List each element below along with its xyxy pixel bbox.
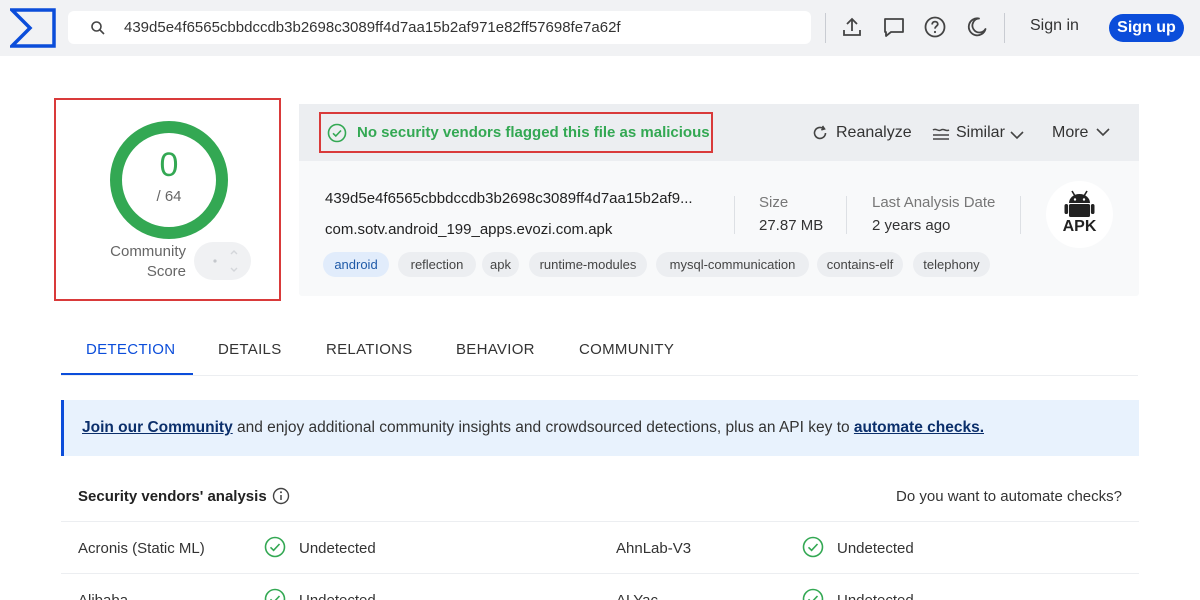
reanalyze-button[interactable]: Reanalyze — [836, 124, 912, 142]
tab-bar: DETECTION DETAILS RELATIONS BEHAVIOR COM… — [61, 330, 1138, 376]
tag[interactable]: contains-elf — [817, 252, 903, 277]
top-bar: Sign in Sign up — [0, 0, 1200, 56]
help-icon[interactable] — [923, 15, 947, 39]
check-circle-icon — [264, 536, 286, 558]
last-analysis-value: 2 years ago — [872, 217, 951, 234]
tag[interactable]: telephony — [913, 252, 990, 277]
size-value: 27.87 MB — [759, 217, 824, 234]
vendor-name: Acronis (Static ML) — [78, 540, 205, 557]
community-banner: Join our Community and enjoy additional … — [61, 400, 1139, 456]
verdict-text: No security vendors flagged this file as… — [357, 124, 710, 141]
detection-score-card: 0 / 64 Community Score — [54, 98, 281, 301]
info-icon[interactable] — [272, 487, 290, 505]
chat-icon[interactable] — [882, 15, 906, 39]
reanalyze-icon[interactable] — [811, 124, 829, 142]
similar-icon[interactable] — [932, 125, 950, 143]
file-type-label: APK — [1062, 218, 1097, 235]
vendor-name: Alibaba — [78, 592, 128, 600]
vendor-row: Acronis (Static ML) Undetected AhnLab-V3… — [61, 522, 1139, 574]
vendor-result: Undetected — [837, 540, 914, 557]
check-circle-icon — [802, 588, 824, 600]
verdict-banner: No security vendors flagged this file as… — [319, 112, 713, 153]
vendor-result: Undetected — [299, 592, 376, 600]
file-summary-panel: No security vendors flagged this file as… — [299, 104, 1139, 296]
file-summary-header: No security vendors flagged this file as… — [299, 104, 1139, 161]
search-bar[interactable] — [68, 11, 811, 44]
vendor-row: Alibaba Undetected ALYac Undetected — [61, 574, 1139, 600]
tag[interactable]: android — [323, 252, 389, 277]
divider — [846, 196, 847, 234]
similar-button[interactable]: Similar — [956, 124, 1005, 142]
vendor-result: Undetected — [299, 540, 376, 557]
android-icon — [1064, 190, 1095, 217]
size-label: Size — [759, 194, 789, 211]
vendor-result: Undetected — [837, 592, 914, 600]
tab-detection[interactable]: DETECTION — [86, 341, 175, 358]
community-label-line2: Score — [146, 263, 186, 280]
check-circle-icon — [264, 588, 286, 600]
file-name: com.sotv.android_199_apps.evozi.com.apk — [325, 221, 613, 238]
tag[interactable]: runtime-modules — [529, 252, 647, 277]
vendor-name: ALYac — [616, 592, 658, 600]
file-type-badge: APK — [1046, 181, 1113, 248]
chevron-down-icon[interactable] — [1094, 123, 1112, 141]
divider — [734, 196, 735, 234]
tag[interactable]: apk — [482, 252, 519, 277]
upload-icon[interactable] — [840, 15, 864, 39]
detection-count: 0 — [159, 146, 179, 184]
vendor-name: AhnLab-V3 — [616, 540, 692, 557]
active-tab-indicator — [61, 373, 193, 375]
community-score-label: Community Score — [84, 242, 186, 282]
sign-in-link[interactable]: Sign in — [1030, 17, 1079, 35]
tab-community[interactable]: COMMUNITY — [579, 341, 674, 358]
tab-details[interactable]: DETAILS — [218, 341, 282, 358]
vote-arrows-icon — [213, 250, 238, 272]
search-icon — [91, 21, 105, 35]
virustotal-logo[interactable] — [10, 8, 56, 48]
community-score-vote[interactable] — [194, 242, 251, 280]
banner-message: and enjoy additional community insights … — [232, 419, 854, 436]
dark-mode-icon[interactable] — [965, 15, 989, 39]
community-label-line1: Community — [110, 243, 186, 260]
vendors-title: Security vendors' analysis — [78, 488, 267, 505]
tag[interactable]: mysql-communication — [656, 252, 809, 277]
tab-relations[interactable]: RELATIONS — [326, 341, 413, 358]
automate-checks-link[interactable]: automate checks. — [854, 419, 984, 436]
divider — [1020, 196, 1021, 234]
sign-up-button[interactable]: Sign up — [1109, 14, 1184, 42]
banner-text: Join our Community and enjoy additional … — [82, 419, 984, 437]
last-analysis-label: Last Analysis Date — [872, 194, 996, 211]
join-community-link[interactable]: Join our Community — [82, 419, 233, 436]
detection-total: / 64 — [156, 188, 182, 205]
vendors-header: Security vendors' analysis Do you want t… — [61, 470, 1139, 522]
chevron-down-icon[interactable] — [1008, 126, 1026, 144]
search-input[interactable] — [124, 11, 794, 44]
divider — [825, 13, 826, 43]
divider — [1004, 13, 1005, 43]
file-hash[interactable]: 439d5e4f6565cbbdccdb3b2698c3089ff4d7aa15… — [325, 190, 693, 207]
tag[interactable]: reflection — [398, 252, 476, 277]
more-button[interactable]: More — [1052, 124, 1088, 142]
check-circle-icon — [327, 123, 347, 143]
automate-checks-prompt[interactable]: Do you want to automate checks? — [896, 488, 1122, 505]
check-circle-icon — [802, 536, 824, 558]
tab-behavior[interactable]: BEHAVIOR — [456, 341, 535, 358]
